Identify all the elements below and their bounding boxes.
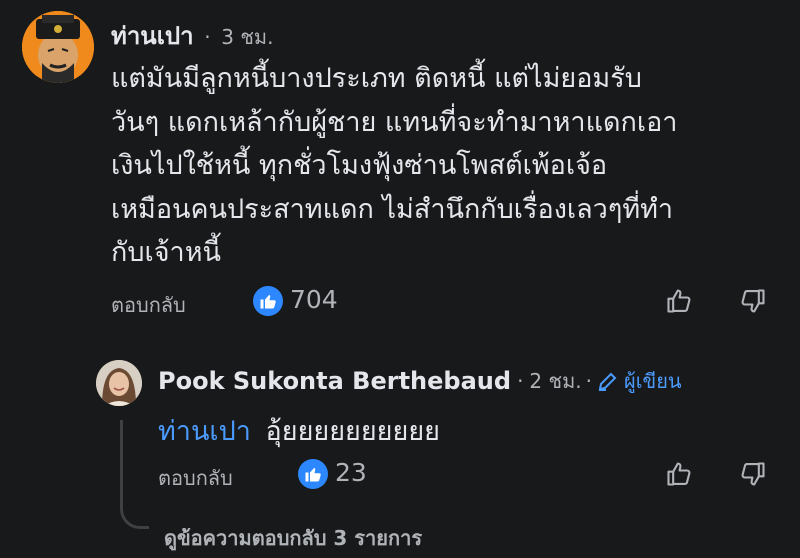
comment-line: เงินไปใช้หนี้ ทุกชั่วโมงฟุ้งซ่านโพสต์เพ้… [111, 150, 608, 181]
thread-connector-curve [120, 500, 149, 529]
comment-reply-button[interactable]: ตอบกลับ [111, 289, 186, 321]
reply-reply-button[interactable]: ตอบกลับ [158, 462, 233, 494]
thumbs-up-icon [667, 289, 691, 313]
reply-author-avatar[interactable] [96, 360, 142, 406]
like-thumb-icon [260, 295, 276, 309]
avatar-illustration [22, 11, 94, 83]
comment-like-reaction-icon[interactable] [253, 286, 283, 316]
reply-dislike-button[interactable] [736, 457, 770, 491]
thumbs-down-icon [741, 462, 765, 486]
author-badge-label: ผู้เขียน [623, 369, 682, 393]
comment-dislike-button[interactable] [736, 284, 770, 318]
comment-like-button[interactable] [662, 284, 696, 318]
reply-header: Pook Sukonta Berthebaud · 2 ชม. · ผู้เขี… [158, 365, 682, 397]
like-thumb-icon [305, 468, 321, 482]
pencil-icon [598, 372, 617, 391]
commenter-avatar[interactable] [22, 11, 94, 83]
reply-text: อุ้ยยยยยยยยยย [265, 416, 440, 447]
thumbs-down-icon [741, 289, 765, 313]
view-more-replies-link[interactable]: ดูข้อความตอบกลับ 3 รายการ [164, 522, 422, 554]
comment-timestamp[interactable]: 3 ชม. [221, 25, 273, 49]
reply-like-reaction-icon[interactable] [298, 459, 328, 489]
author-badge: ผู้เขียน [596, 365, 682, 397]
reply-mention[interactable]: ท่านเปา [158, 416, 251, 447]
comment-line: วันๆ แดกเหล้ากับผู้ชาย แทนที่จะทำมาหาแดก… [111, 106, 678, 138]
reply-like-button[interactable] [662, 457, 696, 491]
reply-like-count[interactable]: 23 [335, 458, 367, 487]
comment-separator: · [204, 25, 211, 49]
comment-line: กับเจ้าหนี้ [111, 237, 221, 268]
reply-timestamp[interactable]: 2 ชม. [529, 365, 581, 397]
reply-body: ท่านเปา อุ้ยยยยยยยยยย [158, 409, 440, 452]
comment-author-name[interactable]: ท่านเปา [111, 22, 194, 50]
thumbs-up-icon [667, 462, 691, 486]
comment-line: แต่มันมีลูกหนี้บางประเภท ติดหนี้ แต่ไม่ย… [111, 63, 642, 94]
comment-header: ท่านเปา · 3 ชม. [111, 16, 273, 55]
reply-separator: · [517, 369, 524, 393]
reply-author-name[interactable]: Pook Sukonta Berthebaud [158, 367, 511, 395]
comment-body: แต่มันมีลูกหนี้บางประเภท ติดหนี้ แต่ไม่ย… [111, 57, 677, 275]
avatar-photo [96, 360, 142, 406]
comment-like-count[interactable]: 704 [290, 285, 338, 314]
comment-line: เหมือนคนประสาทแดก ไม่สำนึกกับเรื่องเลวๆท… [111, 193, 674, 225]
thread-connector-line [120, 420, 123, 504]
reply-separator-2: · [585, 369, 592, 393]
